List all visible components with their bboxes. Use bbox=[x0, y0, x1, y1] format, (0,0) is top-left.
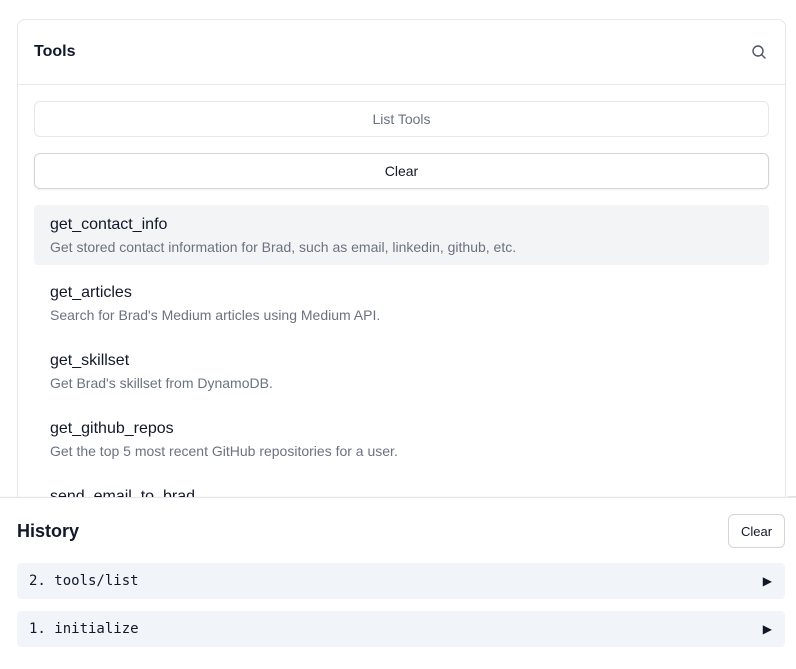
tool-name: get_articles bbox=[50, 284, 132, 301]
tool-description: Get Brad's skillset from DynamoDB. bbox=[50, 375, 273, 391]
tool-name: get_skillset bbox=[50, 352, 130, 369]
history-title: History bbox=[17, 520, 80, 541]
tool-list: get_contact_info Get stored contact info… bbox=[34, 205, 769, 537]
tools-card: Tools List Tools Clear get_contact_info … bbox=[17, 19, 786, 539]
tool-item-get-skillset[interactable]: get_skillset Get Brad's skillset from Dy… bbox=[34, 341, 769, 401]
history-panel: History Clear 2. tools/list ▶ 1. initial… bbox=[0, 497, 796, 669]
tool-item-get-github-repos[interactable]: get_github_repos Get the top 5 most rece… bbox=[34, 409, 769, 469]
search-button[interactable] bbox=[749, 42, 769, 62]
history-item-label: 2. tools/list bbox=[29, 573, 139, 589]
expand-arrow-icon[interactable]: ▶ bbox=[763, 622, 772, 636]
tool-item-get-articles[interactable]: get_articles Search for Brad's Medium ar… bbox=[34, 273, 769, 333]
expand-arrow-icon[interactable]: ▶ bbox=[763, 574, 772, 588]
tool-item-get-contact-info[interactable]: get_contact_info Get stored contact info… bbox=[34, 205, 769, 265]
history-item-initialize[interactable]: 1. initialize ▶ bbox=[17, 611, 785, 647]
history-item-label: 1. initialize bbox=[29, 621, 139, 637]
list-tools-button[interactable]: List Tools bbox=[34, 101, 769, 137]
tool-name: get_contact_info bbox=[50, 216, 168, 233]
tools-header: Tools bbox=[18, 20, 785, 85]
tool-name: get_github_repos bbox=[50, 420, 174, 437]
tool-description: Get the top 5 most recent GitHub reposit… bbox=[50, 443, 398, 459]
history-item-tools-list[interactable]: 2. tools/list ▶ bbox=[17, 563, 785, 599]
tool-description: Search for Brad's Medium articles using … bbox=[50, 307, 381, 323]
clear-history-button[interactable]: Clear bbox=[728, 514, 785, 548]
history-header: History Clear bbox=[17, 514, 785, 548]
tool-description: Get stored contact information for Brad,… bbox=[50, 239, 517, 255]
clear-tools-button[interactable]: Clear bbox=[34, 153, 769, 189]
search-icon bbox=[752, 45, 766, 59]
tools-body: List Tools Clear get_contact_info Get st… bbox=[18, 85, 785, 537]
tools-title: Tools bbox=[34, 43, 76, 60]
